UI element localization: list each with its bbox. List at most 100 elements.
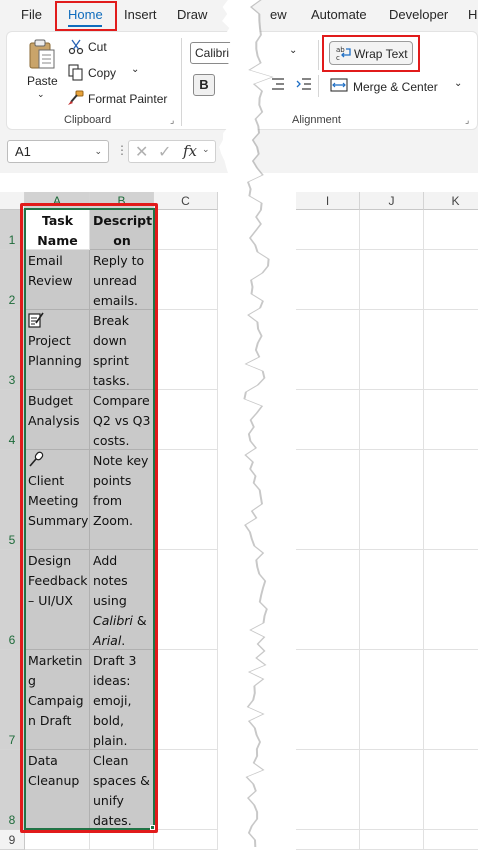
select-all-corner[interactable]: [0, 192, 25, 210]
row-header-3[interactable]: 3: [0, 310, 25, 390]
cell-c3[interactable]: [154, 310, 218, 390]
chevron-down-icon[interactable]: ⌄: [202, 144, 210, 155]
row-header-1[interactable]: 1: [0, 210, 25, 250]
cell-b1-header[interactable]: Descripti on: [90, 210, 154, 250]
column-header-c[interactable]: C: [154, 192, 218, 210]
cell-j2[interactable]: [360, 250, 424, 310]
cell-k3[interactable]: [424, 310, 478, 390]
cell-b4-description[interactable]: Compare Q2 vs Q3 costs.: [90, 390, 154, 450]
cell-j3[interactable]: [360, 310, 424, 390]
cell-k6[interactable]: [424, 550, 478, 650]
dialog-launcher-icon[interactable]: ⌟: [465, 115, 469, 126]
cell-c8[interactable]: [154, 750, 218, 830]
chevron-down-icon[interactable]: ⌄: [131, 64, 139, 75]
row-header-8[interactable]: 8: [0, 750, 25, 830]
cell-j8[interactable]: [360, 750, 424, 830]
cell-b6-description[interactable]: Add notes using Calibri & Arial.: [90, 550, 154, 650]
wrap-text-button[interactable]: ab c Wrap Text: [329, 41, 413, 65]
enter-icon[interactable]: ✓: [158, 142, 171, 162]
cell-c1[interactable]: [154, 210, 218, 250]
cell-b5-description[interactable]: Note key points from Zoom.: [90, 450, 154, 550]
column-header-a[interactable]: A: [25, 192, 90, 210]
cell-a9[interactable]: [25, 830, 90, 850]
cell-b2-description[interactable]: Reply to unread emails.: [90, 250, 154, 310]
cell-c4[interactable]: [154, 390, 218, 450]
cell-text-line: g: [28, 673, 36, 688]
insert-function-icon[interactable]: fx: [183, 142, 197, 160]
cell-i4[interactable]: [296, 390, 360, 450]
cell-b3-description[interactable]: Break down sprint tasks.: [90, 310, 154, 390]
cell-a8-task-name[interactable]: Data Cleanup: [25, 750, 90, 830]
tab-automate[interactable]: Automate: [311, 7, 367, 22]
cell-b7-description[interactable]: Draft 3 ideas: emoji, bold, plain.: [90, 650, 154, 750]
name-box[interactable]: A1 ⌄: [7, 140, 109, 163]
cell-b8-description[interactable]: Clean spaces & unify dates.: [90, 750, 154, 830]
cell-i1[interactable]: [296, 210, 360, 250]
column-header-j[interactable]: J: [360, 192, 424, 210]
chevron-down-icon[interactable]: ⌄: [454, 78, 462, 89]
row-header-6[interactable]: 6: [0, 550, 25, 650]
cell-i2[interactable]: [296, 250, 360, 310]
cell-c2[interactable]: [154, 250, 218, 310]
cell-a4-task-name[interactable]: Budget Analysis: [25, 390, 90, 450]
cell-i3[interactable]: [296, 310, 360, 390]
cell-c7[interactable]: [154, 650, 218, 750]
tab-home[interactable]: Home: [68, 7, 103, 22]
cell-c9[interactable]: [154, 830, 218, 850]
cell-a1-header[interactable]: Task Name: [25, 210, 90, 250]
cell-k5[interactable]: [424, 450, 478, 550]
tab-draw[interactable]: Draw: [177, 7, 207, 22]
column-header-i[interactable]: I: [296, 192, 360, 210]
cell-k1[interactable]: [424, 210, 478, 250]
cell-j5[interactable]: [360, 450, 424, 550]
cell-i9[interactable]: [296, 830, 360, 850]
chevron-down-icon[interactable]: ⌄: [94, 146, 102, 157]
cell-i5[interactable]: [296, 450, 360, 550]
cell-a7-task-name[interactable]: Marketin g Campaig n Draft: [25, 650, 90, 750]
column-header-b[interactable]: B: [90, 192, 154, 210]
cell-i7[interactable]: [296, 650, 360, 750]
tab-page-layout[interactable]: P: [229, 7, 238, 22]
cell-c5[interactable]: [154, 450, 218, 550]
row-header-2[interactable]: 2: [0, 250, 25, 310]
row-header-4[interactable]: 4: [0, 390, 25, 450]
cell-j9[interactable]: [360, 830, 424, 850]
row-header-7[interactable]: 7: [0, 650, 25, 750]
cell-k8[interactable]: [424, 750, 478, 830]
tab-file[interactable]: File: [21, 7, 42, 22]
cell-k4[interactable]: [424, 390, 478, 450]
dialog-launcher-icon[interactable]: ⌟: [170, 115, 174, 126]
chevron-down-icon[interactable]: ⌄: [289, 45, 297, 56]
row-header-5[interactable]: 5: [0, 450, 25, 550]
tab-help[interactable]: H: [468, 7, 477, 22]
cell-i8[interactable]: [296, 750, 360, 830]
column-header-k[interactable]: K: [424, 192, 478, 210]
cell-a3-task-name[interactable]: Project Planning: [25, 310, 90, 390]
row-header-9[interactable]: 9: [0, 830, 25, 850]
cell-k7[interactable]: [424, 650, 478, 750]
cell-a5-task-name[interactable]: Client Meeting Summary: [25, 450, 90, 550]
tab-developer[interactable]: Developer: [389, 7, 448, 22]
microphone-icon: [28, 451, 87, 471]
cell-k9[interactable]: [424, 830, 478, 850]
align-lines-icon[interactable]: [271, 78, 285, 90]
cell-j6[interactable]: [360, 550, 424, 650]
bold-button[interactable]: B: [193, 74, 215, 96]
cell-i6[interactable]: [296, 550, 360, 650]
cell-j1[interactable]: [360, 210, 424, 250]
font-name-box[interactable]: Calibri: [190, 42, 242, 64]
cell-b9[interactable]: [90, 830, 154, 850]
cell-a6-task-name[interactable]: Design Feedback – UI/UX: [25, 550, 90, 650]
increase-indent-icon[interactable]: [296, 78, 312, 91]
tab-insert[interactable]: Insert: [124, 7, 157, 22]
cell-text-fragment: .: [121, 633, 126, 648]
cell-c6[interactable]: [154, 550, 218, 650]
cancel-icon[interactable]: ✕: [135, 142, 148, 162]
more-options-icon[interactable]: ⋮: [116, 143, 128, 157]
tab-view[interactable]: ew: [270, 7, 287, 22]
fill-handle[interactable]: [150, 825, 155, 830]
cell-a2-task-name[interactable]: Email Review: [25, 250, 90, 310]
cell-k2[interactable]: [424, 250, 478, 310]
cell-j7[interactable]: [360, 650, 424, 750]
cell-j4[interactable]: [360, 390, 424, 450]
